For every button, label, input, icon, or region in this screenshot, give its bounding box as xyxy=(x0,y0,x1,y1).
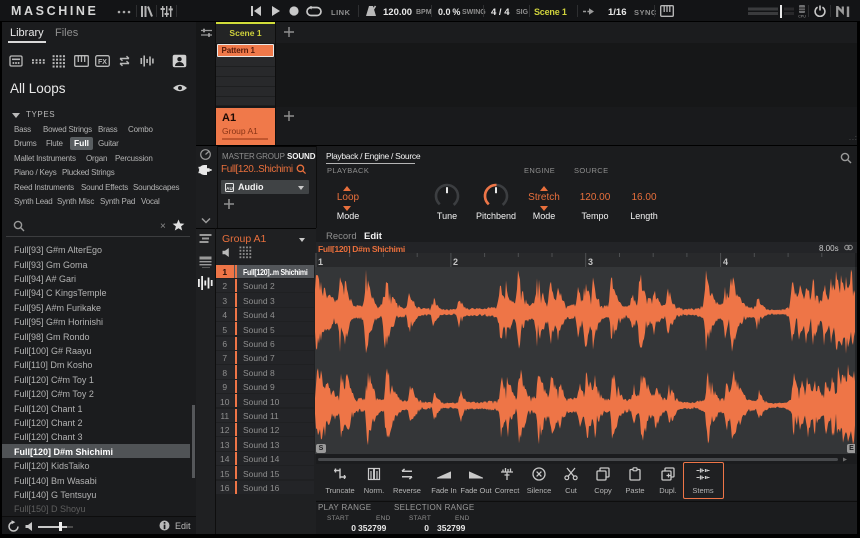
svg-text:CPU: CPU xyxy=(798,15,806,18)
svg-text:AU: AU xyxy=(226,185,233,190)
svg-text:FX: FX xyxy=(98,59,107,66)
